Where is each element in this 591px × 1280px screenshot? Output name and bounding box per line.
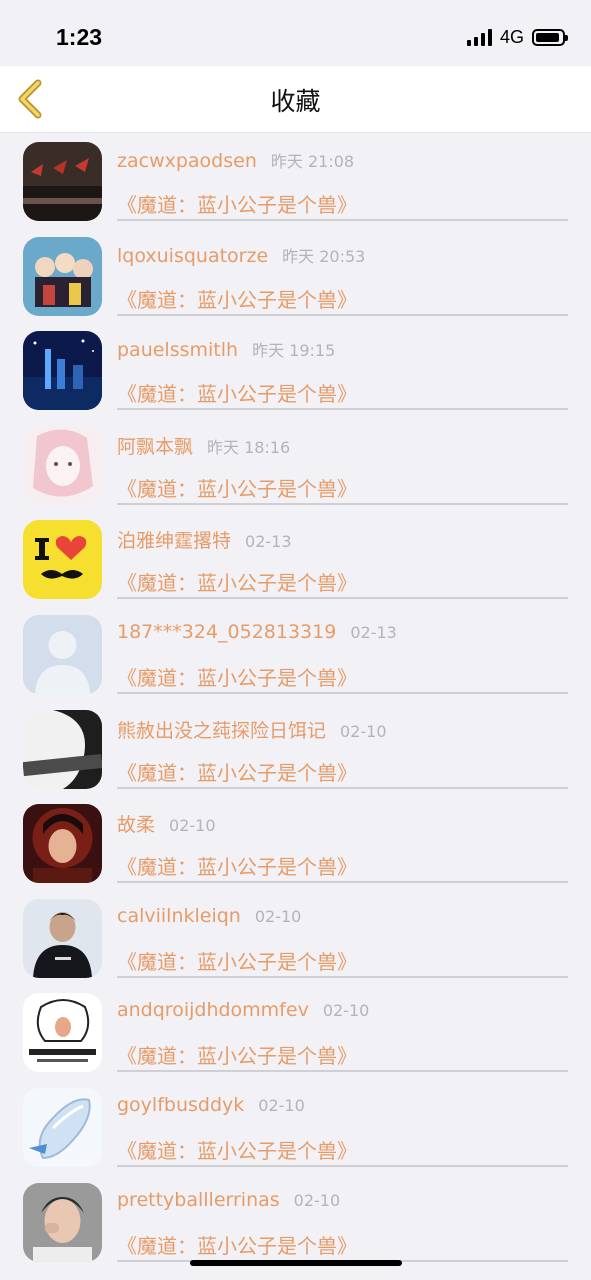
avatar[interactable] — [23, 425, 102, 505]
timestamp: 02-13 — [350, 622, 397, 642]
favorites-list: zacwxpaodsen 昨天 21:08 《魔道：蓝小公子是个兽》 lqoxui… — [0, 133, 591, 1268]
signal-icon — [466, 28, 492, 46]
book-title[interactable]: 《魔道：蓝小公子是个兽》 — [117, 473, 357, 502]
list-item[interactable]: calviilnkleiqn 02-10 《魔道：蓝小公子是个兽》 — [0, 890, 591, 985]
list-item[interactable]: 熊赦出没之莼探险日饵记 02-10 《魔道：蓝小公子是个兽》 — [0, 701, 591, 796]
list-item[interactable]: lqoxuisquatorze 昨天 20:53 《魔道：蓝小公子是个兽》 — [0, 228, 591, 323]
timestamp: 昨天 21:08 — [270, 152, 355, 171]
home-indicator[interactable] — [190, 1260, 402, 1266]
username[interactable]: 熊赦出没之莼探险日饵记 — [117, 720, 326, 742]
divider — [117, 1070, 568, 1073]
avatar[interactable] — [23, 1087, 102, 1167]
book-title[interactable]: 《魔道：蓝小公子是个兽》 — [117, 946, 357, 975]
status-bar: 1:23 4G — [0, 0, 591, 66]
avatar[interactable] — [23, 709, 102, 789]
battery-icon — [532, 28, 568, 46]
divider — [117, 408, 568, 411]
username[interactable]: lqoxuisquatorze — [117, 245, 268, 267]
timestamp: 02-10 — [254, 906, 302, 926]
list-item[interactable]: goylfbusddyk 02-10 《魔道：蓝小公子是个兽》 — [0, 1079, 591, 1174]
list-item[interactable]: 故柔 02-10 《魔道：蓝小公子是个兽》 — [0, 795, 591, 890]
avatar[interactable] — [23, 993, 102, 1073]
timestamp: 02-13 — [245, 532, 292, 552]
book-title[interactable]: 《魔道：蓝小公子是个兽》 — [117, 567, 357, 596]
divider — [117, 975, 568, 978]
book-title[interactable]: 《魔道：蓝小公子是个兽》 — [117, 189, 357, 218]
timestamp: 02-10 — [169, 816, 216, 836]
nav-bar: 收藏 — [0, 66, 591, 133]
username[interactable]: andqroijdhdommfev — [117, 999, 309, 1021]
divider — [117, 313, 568, 316]
status-time: 1:23 — [56, 24, 103, 50]
book-title[interactable]: 《魔道：蓝小公子是个兽》 — [117, 1040, 357, 1069]
list-item[interactable]: zacwxpaodsen 昨天 21:08 《魔道：蓝小公子是个兽》 — [0, 133, 591, 228]
avatar[interactable] — [23, 142, 102, 221]
avatar[interactable] — [23, 1182, 102, 1262]
divider — [117, 219, 568, 221]
divider — [117, 597, 568, 600]
list-item[interactable]: 阿飘本飘 昨天 18:16 《魔道：蓝小公子是个兽》 — [0, 417, 591, 512]
network-type: 4G — [499, 26, 524, 47]
list-item[interactable]: prettyballlerrinas 02-10 《魔道：蓝小公子是个兽》 — [0, 1174, 591, 1269]
timestamp: 昨天 19:15 — [252, 341, 336, 361]
page-title: 收藏 — [270, 87, 321, 116]
book-title[interactable]: 《魔道：蓝小公子是个兽》 — [117, 662, 357, 691]
divider — [117, 881, 568, 884]
list-item[interactable]: 187***324_052813319 02-13 《魔道：蓝小公子是个兽》 — [0, 606, 591, 701]
list-item[interactable]: pauelssmitlh 昨天 19:15 《魔道：蓝小公子是个兽》 — [0, 322, 591, 417]
list-item[interactable]: 泊雅绅霆撂特 02-13 《魔道：蓝小公子是个兽》 — [0, 511, 591, 606]
avatar[interactable] — [23, 236, 102, 316]
username[interactable]: 泊雅绅霆撂特 — [117, 530, 231, 552]
username[interactable]: zacwxpaodsen — [117, 150, 257, 172]
timestamp: 02-10 — [258, 1095, 305, 1115]
username[interactable]: calviilnkleiqn — [117, 905, 241, 927]
timestamp: 02-10 — [293, 1190, 341, 1210]
avatar[interactable] — [23, 331, 102, 411]
username[interactable]: pauelssmitlh — [117, 339, 238, 361]
list-item[interactable]: andqroijdhdommfev 02-10 《魔道：蓝小公子是个兽》 — [0, 984, 591, 1079]
username[interactable]: 阿飘本飘 — [117, 436, 193, 458]
timestamp: 02-10 — [322, 1001, 370, 1021]
divider — [117, 502, 568, 505]
timestamp: 昨天 18:16 — [207, 437, 291, 457]
timestamp: 昨天 20:53 — [282, 246, 366, 266]
book-title[interactable]: 《魔道：蓝小公子是个兽》 — [117, 757, 357, 786]
book-title[interactable]: 《魔道：蓝小公子是个兽》 — [117, 851, 357, 880]
username[interactable]: prettyballlerrinas — [117, 1189, 280, 1211]
status-indicators: 4G — [466, 26, 568, 48]
avatar[interactable] — [23, 520, 102, 600]
book-title[interactable]: 《魔道：蓝小公子是个兽》 — [117, 378, 357, 407]
divider — [117, 786, 568, 789]
book-title[interactable]: 《魔道：蓝小公子是个兽》 — [117, 1135, 357, 1164]
divider — [117, 1164, 568, 1167]
avatar[interactable] — [23, 804, 102, 884]
divider — [117, 691, 568, 694]
username[interactable]: 故柔 — [117, 814, 155, 836]
username[interactable]: goylfbusddyk — [117, 1094, 244, 1116]
book-title[interactable]: 《魔道：蓝小公子是个兽》 — [117, 284, 357, 313]
book-title[interactable]: 《魔道：蓝小公子是个兽》 — [117, 1230, 357, 1259]
timestamp: 02-10 — [340, 721, 387, 741]
avatar[interactable] — [23, 614, 102, 694]
avatar[interactable] — [23, 898, 102, 978]
username[interactable]: 187***324_052813319 — [117, 621, 336, 643]
